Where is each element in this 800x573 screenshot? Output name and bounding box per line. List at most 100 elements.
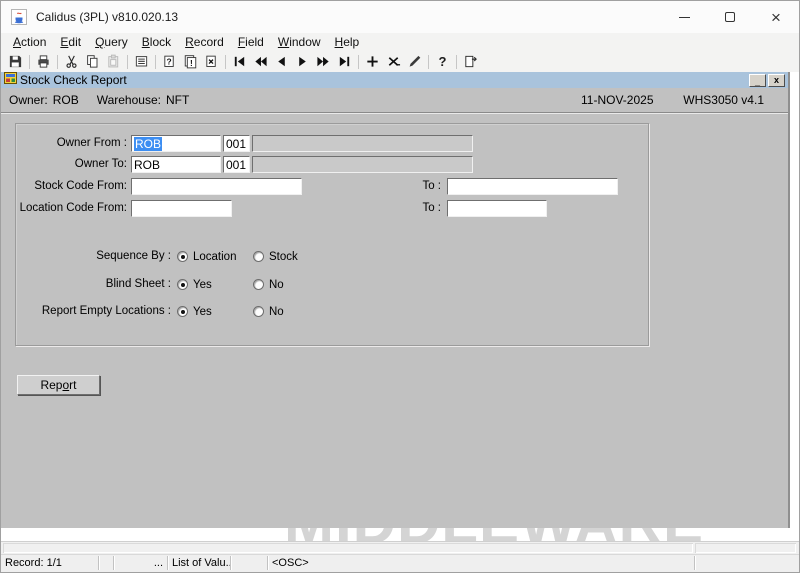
- enter-query-icon[interactable]: ?: [159, 53, 180, 71]
- menu-block[interactable]: Block: [135, 34, 178, 50]
- status-cell-empty-1: [99, 556, 114, 570]
- menu-help[interactable]: Help: [328, 34, 367, 50]
- location-code-from-input[interactable]: [131, 200, 232, 217]
- close-button[interactable]: ×: [753, 1, 799, 33]
- menu-bar: Action Edit Query Block Record Field Win…: [1, 33, 799, 51]
- report-empty-yes-radio[interactable]: Yes: [177, 305, 212, 318]
- blind-sheet-label: Blind Sheet :: [105, 278, 171, 290]
- menu-action[interactable]: Action: [6, 34, 53, 50]
- blind-sheet-yes-radio[interactable]: Yes: [177, 278, 212, 291]
- minimize-button[interactable]: [661, 1, 707, 33]
- radio-icon: [253, 251, 264, 262]
- previous-record-icon[interactable]: [271, 53, 292, 71]
- toolbar-separator: [29, 54, 30, 69]
- cancel-query-icon[interactable]: [201, 53, 222, 71]
- window-title: Calidus (3PL) v810.020.13: [36, 10, 179, 24]
- mdi-minimize-button[interactable]: _: [749, 73, 766, 87]
- toolbar-separator: [155, 54, 156, 69]
- stock-code-from-input[interactable]: [131, 178, 302, 195]
- maximize-button[interactable]: [707, 1, 753, 33]
- program-version: WHS3050 v4.1: [683, 93, 764, 107]
- menu-field[interactable]: Field: [231, 34, 271, 50]
- print-icon[interactable]: [33, 53, 54, 71]
- location-code-to-label: To :: [422, 202, 441, 214]
- current-date: 11-NOV-2025: [581, 93, 654, 107]
- window-controls: ×: [661, 1, 799, 33]
- location-code-from-label: Location Code From:: [19, 202, 127, 214]
- stock-code-to-input[interactable]: [447, 178, 618, 195]
- osc-indicator: <OSC>: [268, 556, 695, 570]
- radio-icon: [253, 279, 264, 290]
- status-dots: ...: [114, 556, 168, 570]
- save-icon[interactable]: [5, 53, 26, 71]
- help-icon[interactable]: ?: [432, 53, 453, 71]
- cut-icon[interactable]: [61, 53, 82, 71]
- report-empty-no-radio[interactable]: No: [253, 305, 284, 318]
- update-record-icon[interactable]: [404, 53, 425, 71]
- menu-window[interactable]: Window: [271, 34, 328, 50]
- sequence-by-location-radio[interactable]: Location: [177, 250, 236, 263]
- mdi-area: Stock Check Report _ x Owner: ROB Wareho…: [1, 72, 790, 528]
- warehouse-label: Warehouse:: [96, 93, 161, 107]
- status-cell-empty-2: [231, 556, 268, 570]
- insert-record-icon[interactable]: [362, 53, 383, 71]
- mdi-close-button[interactable]: x: [768, 73, 785, 87]
- radio-icon: [253, 306, 264, 317]
- owner-from-description: [252, 135, 473, 152]
- message-cell: [3, 543, 693, 553]
- svg-text:!: !: [190, 58, 193, 68]
- owner-to-input[interactable]: ROB: [131, 156, 221, 173]
- exit-icon[interactable]: [460, 53, 481, 71]
- toolbar: ? ! ?: [1, 51, 799, 72]
- form-window-icon: [4, 71, 17, 89]
- blind-sheet-no-radio[interactable]: No: [253, 278, 284, 291]
- next-set-icon[interactable]: [313, 53, 334, 71]
- message-line: [1, 541, 799, 554]
- report-empty-locations-label: Report Empty Locations :: [41, 305, 171, 317]
- owner-from-suffix-input[interactable]: 001: [223, 135, 250, 152]
- delete-record-icon[interactable]: [383, 53, 404, 71]
- menu-edit[interactable]: Edit: [53, 34, 88, 50]
- mdi-minimize-icon: _: [754, 76, 760, 87]
- warehouse-value: NFT: [165, 93, 190, 107]
- form-canvas: Owner From : ROB 001 Owner To: ROB 001 S…: [1, 114, 788, 528]
- toolbar-separator: [456, 54, 457, 69]
- stock-code-to-label: To :: [422, 180, 441, 192]
- last-record-icon[interactable]: [334, 53, 355, 71]
- minimize-icon: [678, 16, 690, 18]
- paste-icon[interactable]: [103, 53, 124, 71]
- list-of-values-indicator: List of Valu...: [168, 556, 231, 570]
- owner-to-label: Owner To:: [74, 158, 127, 170]
- toolbar-separator: [127, 54, 128, 69]
- menu-record[interactable]: Record: [178, 34, 231, 50]
- middleware-watermark: MIDDLEWARE: [284, 528, 704, 541]
- stock-check-report-titlebar[interactable]: Stock Check Report _ x: [1, 72, 788, 88]
- next-record-icon[interactable]: [292, 53, 313, 71]
- previous-set-icon[interactable]: [250, 53, 271, 71]
- owner-from-input[interactable]: ROB: [131, 135, 221, 152]
- info-bar: Owner: ROB Warehouse: NFT 11-NOV-2025 WH…: [1, 88, 788, 112]
- toolbar-separator: [428, 54, 429, 69]
- radio-icon: [177, 306, 188, 317]
- block-menu-icon[interactable]: [131, 53, 152, 71]
- watermark-strip: MIDDLEWARE: [1, 528, 799, 541]
- location-code-to-input[interactable]: [447, 200, 547, 217]
- owner-to-description: [252, 156, 473, 173]
- owner-from-label: Owner From :: [56, 137, 127, 149]
- svg-text:?: ?: [166, 56, 171, 66]
- first-record-icon[interactable]: [229, 53, 250, 71]
- sequence-by-stock-radio[interactable]: Stock: [253, 250, 298, 263]
- maximize-icon: [725, 12, 735, 22]
- report-button[interactable]: Report: [17, 375, 100, 395]
- title-bar: Calidus (3PL) v810.020.13 ×: [1, 1, 799, 33]
- toolbar-separator: [358, 54, 359, 69]
- mdi-window-title: Stock Check Report: [20, 73, 127, 87]
- owner-to-suffix-input[interactable]: 001: [223, 156, 250, 173]
- execute-query-icon[interactable]: !: [180, 53, 201, 71]
- close-icon: ×: [771, 7, 781, 27]
- owner-value: ROB: [52, 93, 79, 107]
- status-bar: Record: 1/1 ... List of Valu... <OSC>: [1, 554, 799, 572]
- java-app-icon: [11, 9, 27, 25]
- copy-icon[interactable]: [82, 53, 103, 71]
- menu-query[interactable]: Query: [88, 34, 135, 50]
